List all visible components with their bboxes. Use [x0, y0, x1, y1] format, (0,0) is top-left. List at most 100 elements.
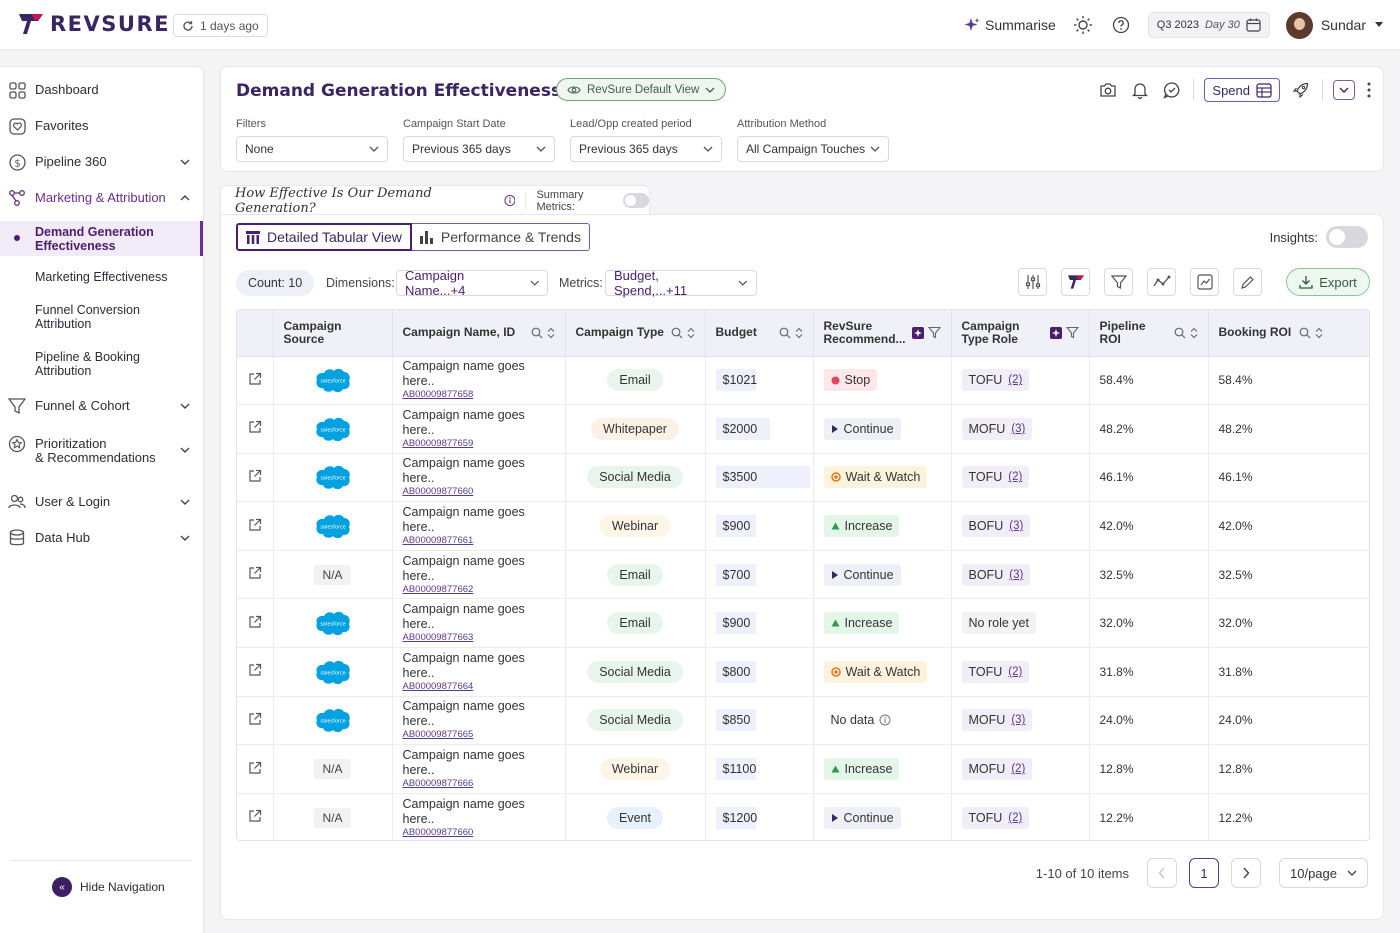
table-row[interactable]: N/A Campaign name goes here.. AB0000987766… [237, 550, 1369, 600]
filter-icon[interactable] [927, 326, 941, 339]
campaign-id-link[interactable]: AB00009877658 [403, 389, 555, 401]
campaign-id-link[interactable]: AB00009877660 [403, 486, 555, 498]
sidebar-item-favorites[interactable]: Favorites [0, 117, 203, 135]
sort-icon[interactable] [795, 327, 803, 339]
role-count-link[interactable]: (2) [1011, 763, 1025, 775]
external-link-icon[interactable] [248, 712, 262, 726]
sidebar-subitem-demand-generation[interactable]: Demand Generation Effectiveness [0, 221, 203, 256]
external-link-icon[interactable] [248, 615, 262, 629]
help-button[interactable] [1110, 14, 1132, 36]
user-menu[interactable]: Sundar [1285, 11, 1384, 39]
external-link-icon[interactable] [248, 761, 262, 775]
theme-toggle-button[interactable] [1072, 14, 1094, 36]
campaign-id-link[interactable]: AB00009877663 [403, 632, 555, 644]
sidebar-item-pipeline-360[interactable]: $ Pipeline 360 [0, 153, 203, 171]
sidebar-subitem-funnel-conversion[interactable]: Funnel Conversion Attribution [0, 303, 203, 333]
sidebar-item-dashboard[interactable]: Dashboard [0, 81, 203, 99]
search-icon[interactable] [671, 327, 683, 339]
table-row[interactable]: N/A Campaign name goes here.. AB0000987766… [237, 793, 1369, 840]
edit-button[interactable] [1233, 268, 1262, 296]
role-count-link[interactable]: (2) [1008, 812, 1022, 824]
alerts-button[interactable] [1129, 79, 1151, 101]
summary-metrics-toggle[interactable] [623, 193, 649, 208]
external-link-icon[interactable] [248, 809, 262, 823]
dimensions-select[interactable]: Campaign Name...+4 [396, 268, 548, 298]
info-icon[interactable] [503, 194, 516, 207]
role-count-link[interactable]: (2) [1008, 666, 1022, 678]
sync-status-chip[interactable]: 1 days ago [173, 14, 268, 37]
page-1-button[interactable]: 1 [1189, 858, 1219, 888]
external-link-icon[interactable] [248, 372, 262, 386]
spend-button[interactable]: Spend [1204, 78, 1280, 102]
attribution-method-select[interactable]: All Campaign Touches [737, 136, 889, 162]
revsure-logo[interactable]: REVSURE [18, 12, 170, 36]
ai-badge-icon[interactable] [911, 326, 924, 339]
table-row[interactable]: salesforce Campaign name goes here.. AB000… [237, 356, 1369, 406]
sidebar-item-data-hub[interactable]: Data Hub [0, 529, 203, 547]
export-button[interactable]: Export [1286, 268, 1370, 296]
campaign-id-link[interactable]: AB00009877661 [403, 535, 555, 547]
launch-button[interactable] [1290, 79, 1312, 101]
sort-icon[interactable] [1315, 327, 1323, 339]
table-row[interactable]: salesforce Campaign name goes here.. AB000… [237, 647, 1369, 697]
tab-detailed-tabular-view[interactable]: Detailed Tabular View [236, 223, 412, 251]
quarter-selector[interactable]: Q3 2023 Day 30 [1147, 12, 1270, 38]
search-icon[interactable] [531, 327, 543, 339]
sidebar-item-funnel-cohort[interactable]: Funnel & Cohort [0, 397, 203, 415]
filters-select[interactable]: None [236, 136, 388, 162]
trend-button[interactable] [1147, 268, 1176, 296]
sidebar-item-prioritization[interactable]: Prioritization & Recommendations [0, 435, 203, 465]
campaign-id-link[interactable]: AB00009877666 [403, 778, 555, 790]
role-count-link[interactable]: (2) [1008, 471, 1022, 483]
table-row[interactable]: N/A Campaign name goes here.. AB0000987766… [237, 744, 1369, 794]
external-link-icon[interactable] [248, 469, 262, 483]
role-count-link[interactable]: (3) [1011, 714, 1025, 726]
table-row[interactable]: salesforce Campaign name goes here.. AB000… [237, 453, 1369, 503]
tab-performance-trends[interactable]: Performance & Trends [411, 223, 590, 251]
campaign-id-link[interactable]: AB00009877664 [403, 681, 555, 693]
campaign-id-link[interactable]: AB00009877662 [403, 584, 555, 596]
role-count-link[interactable]: (2) [1008, 374, 1022, 386]
ai-badge-icon[interactable] [1049, 326, 1062, 339]
view-selector[interactable]: RevSure Default View [556, 78, 727, 101]
summarise-button[interactable]: Summarise [964, 17, 1056, 33]
next-page-button[interactable] [1231, 858, 1261, 888]
search-icon[interactable] [1174, 327, 1186, 339]
info-icon[interactable] [879, 714, 891, 726]
snapshot-button[interactable] [1097, 79, 1119, 101]
external-link-icon[interactable] [248, 420, 262, 434]
revsure-filter-button[interactable] [1061, 268, 1090, 296]
insights-toggle[interactable] [1326, 226, 1368, 248]
role-count-link[interactable]: (3) [1011, 423, 1025, 435]
table-row[interactable]: salesforce Campaign name goes here.. AB000… [237, 598, 1369, 649]
hide-navigation-button[interactable]: « Hide Navigation [12, 860, 192, 897]
sort-icon[interactable] [687, 327, 695, 339]
sidebar-subitem-marketing-effectiveness[interactable]: Marketing Effectiveness [0, 270, 203, 288]
table-row[interactable]: salesforce Campaign name goes here.. AB000… [237, 696, 1369, 746]
table-row[interactable]: salesforce Campaign name goes here.. AB000… [237, 501, 1369, 551]
comments-button[interactable] [1161, 79, 1183, 101]
filter-icon[interactable] [1065, 326, 1079, 339]
sidebar-item-marketing-attribution[interactable]: Marketing & Attribution [0, 189, 203, 207]
sidebar-subitem-pipeline-booking[interactable]: Pipeline & Booking Attribution [0, 350, 203, 380]
created-period-select[interactable]: Previous 365 days [570, 136, 722, 162]
external-link-icon[interactable] [248, 518, 262, 532]
search-icon[interactable] [1299, 327, 1311, 339]
metrics-select[interactable]: Budget, Spend,...+11 [605, 268, 757, 298]
external-link-icon[interactable] [248, 566, 262, 580]
sort-icon[interactable] [547, 327, 555, 339]
campaign-id-link[interactable]: AB00009877665 [403, 729, 555, 741]
search-icon[interactable] [779, 327, 791, 339]
more-options-button[interactable] [1365, 79, 1373, 101]
expand-button[interactable] [1333, 80, 1355, 100]
sort-icon[interactable] [1190, 327, 1198, 339]
prev-page-button[interactable] [1147, 858, 1177, 888]
campaign-start-date-select[interactable]: Previous 365 days [403, 136, 555, 162]
chart-view-button[interactable] [1190, 268, 1219, 296]
role-count-link[interactable]: (3) [1009, 569, 1023, 581]
campaign-id-link[interactable]: AB00009877660 [403, 827, 555, 839]
campaign-id-link[interactable]: AB00009877659 [403, 438, 555, 450]
page-size-select[interactable]: 10/page [1279, 858, 1368, 888]
sidebar-item-user-login[interactable]: User & Login [0, 493, 203, 511]
filter-button[interactable] [1104, 268, 1133, 296]
